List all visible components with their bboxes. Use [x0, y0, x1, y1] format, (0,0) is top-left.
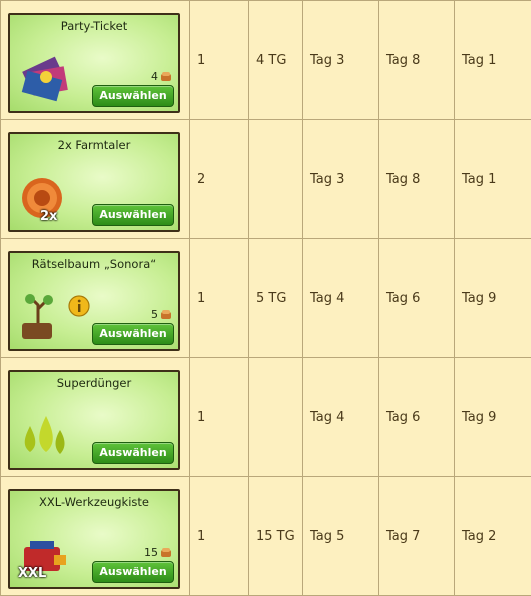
price-label: 4 [151, 70, 172, 83]
cell-quantity: 1 [190, 239, 249, 358]
info-icon[interactable] [68, 295, 90, 317]
table-row: 2x Farmtaler 2x Auswählen 2 Tag 3 Tag 8 … [1, 120, 531, 239]
cell-day-a: Tag 4 [303, 239, 379, 358]
quantity-badge: 2x [40, 209, 57, 224]
cell-duration: 4 TG [249, 1, 303, 120]
cell-day-b: Tag 7 [379, 477, 455, 596]
token-icon [160, 547, 172, 559]
riddle-tree-icon [16, 287, 76, 345]
select-button[interactable]: Auswählen [92, 442, 174, 464]
size-badge: XXL [18, 566, 46, 581]
cell-day-a: Tag 4 [303, 358, 379, 477]
item-card: 2x Farmtaler 2x Auswählen [8, 132, 180, 232]
cell-day-b: Tag 6 [379, 358, 455, 477]
item-card: Party-Ticket 4 Auswählen [8, 13, 180, 113]
cell-day-c: Tag 1 [455, 1, 531, 120]
reward-table: Party-Ticket 4 Auswählen 1 4 TG Tag [0, 0, 531, 596]
item-card: Superdünger Auswählen [8, 370, 180, 470]
cell-duration [249, 120, 303, 239]
price-label: 15 [144, 546, 172, 559]
select-button[interactable]: Auswählen [92, 323, 174, 345]
item-card: Rätselbaum „Sonora“ 5 [8, 251, 180, 351]
item-title: Rätselbaum „Sonora“ [10, 257, 178, 271]
cell-day-c: Tag 2 [455, 477, 531, 596]
select-button[interactable]: Auswählen [92, 561, 174, 583]
token-icon [160, 71, 172, 83]
item-title: Party-Ticket [10, 19, 178, 33]
table-row: Superdünger Auswählen 1 Tag 4 Tag 6 Tag … [1, 358, 531, 477]
cell-quantity: 2 [190, 120, 249, 239]
cell-day-a: Tag 3 [303, 120, 379, 239]
cell-quantity: 1 [190, 1, 249, 120]
table-row: Party-Ticket 4 Auswählen 1 4 TG Tag [1, 1, 531, 120]
cell-duration [249, 358, 303, 477]
item-title: 2x Farmtaler [10, 138, 178, 152]
table-row: XXL-Werkzeugkiste XXL 15 Auswählen 1 15 … [1, 477, 531, 596]
cell-day-c: Tag 9 [455, 358, 531, 477]
item-title: Superdünger [10, 376, 178, 390]
price-label: 5 [151, 308, 172, 321]
select-button[interactable]: Auswählen [92, 204, 174, 226]
cell-day-b: Tag 8 [379, 120, 455, 239]
item-card: XXL-Werkzeugkiste XXL 15 Auswählen [8, 489, 180, 589]
cell-day-c: Tag 9 [455, 239, 531, 358]
fertilizer-drops-icon [16, 406, 76, 464]
select-button[interactable]: Auswählen [92, 85, 174, 107]
cell-day-a: Tag 5 [303, 477, 379, 596]
cell-day-b: Tag 8 [379, 1, 455, 120]
table-row: Rätselbaum „Sonora“ 5 [1, 239, 531, 358]
cell-day-b: Tag 6 [379, 239, 455, 358]
cell-day-c: Tag 1 [455, 120, 531, 239]
cell-duration: 5 TG [249, 239, 303, 358]
cell-quantity: 1 [190, 477, 249, 596]
party-ticket-icon [16, 49, 76, 107]
cell-quantity: 1 [190, 358, 249, 477]
token-icon [160, 309, 172, 321]
cell-day-a: Tag 3 [303, 1, 379, 120]
item-title: XXL-Werkzeugkiste [10, 495, 178, 509]
cell-duration: 15 TG [249, 477, 303, 596]
